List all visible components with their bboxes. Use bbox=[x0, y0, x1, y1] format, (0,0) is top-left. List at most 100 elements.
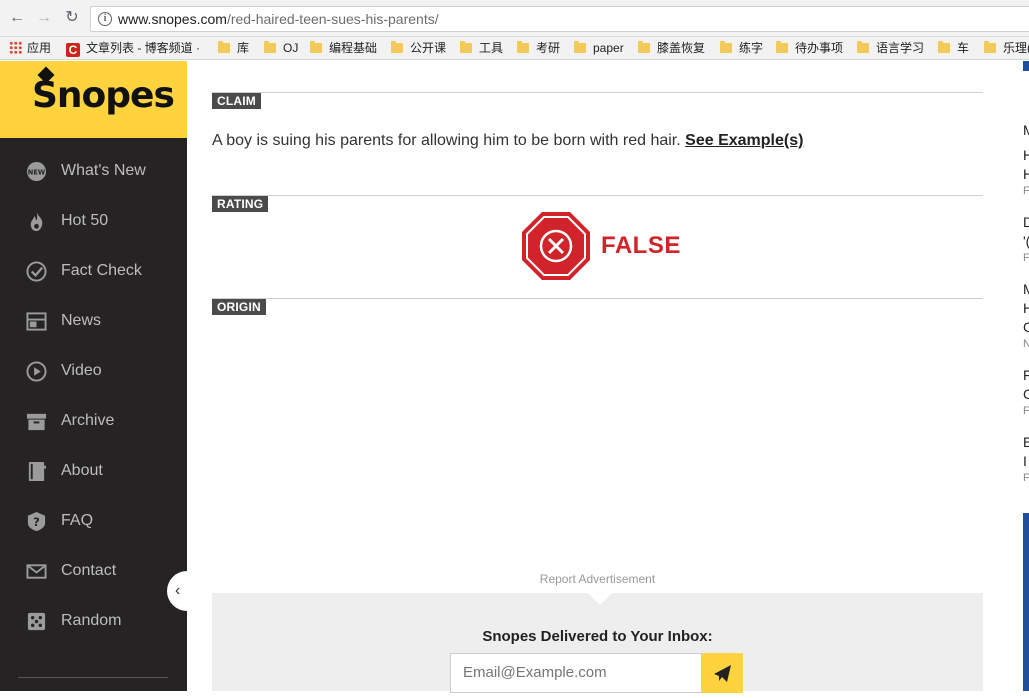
csdn-logo-icon: C bbox=[66, 43, 80, 57]
folder-icon bbox=[218, 41, 230, 53]
trending-link[interactable]: C bbox=[1023, 386, 1029, 402]
sidebar-divider bbox=[18, 677, 168, 678]
trending-link[interactable]: H bbox=[1023, 147, 1029, 163]
trending-meta: N bbox=[1023, 338, 1029, 350]
trending-link[interactable]: F bbox=[1023, 367, 1029, 383]
svg-text:NEW: NEW bbox=[28, 168, 46, 176]
trending-link[interactable]: M bbox=[1023, 281, 1029, 297]
play-circle-icon bbox=[26, 361, 47, 382]
flame-icon bbox=[30, 211, 43, 232]
address-bar[interactable]: i www.snopes.com/red-haired-teen-sues-hi… bbox=[90, 6, 1029, 32]
trending-meta: F bbox=[1023, 185, 1029, 197]
trending-meta: F bbox=[1023, 405, 1029, 417]
envelope-icon bbox=[26, 564, 47, 579]
notebook-icon bbox=[28, 461, 47, 482]
svg-text:?: ? bbox=[33, 515, 40, 529]
sidebar-item-video[interactable]: Video bbox=[0, 347, 187, 397]
bookmarks-bar: 应用 C 文章列表 - 博客频道 · 库 OJ 编程基础 公开课 工具 考研 pa… bbox=[0, 37, 1029, 60]
folder-icon bbox=[391, 41, 403, 53]
rating-value: FALSE bbox=[601, 232, 681, 259]
bookmark-folder[interactable]: 待办事项 bbox=[776, 40, 843, 56]
trending-link[interactable]: '( bbox=[1023, 233, 1029, 249]
chevron-left-icon: ‹ bbox=[175, 582, 181, 599]
bookmark-folder[interactable]: 考研 bbox=[517, 40, 560, 56]
claim-text: A boy is suing his parents for allowing … bbox=[212, 132, 804, 149]
dice-icon bbox=[27, 612, 46, 631]
trending-link[interactable]: H bbox=[1023, 166, 1029, 182]
sidebar-item-hot-50[interactable]: Hot 50 bbox=[0, 197, 187, 247]
bookmark-folder[interactable]: 语言学习 bbox=[857, 40, 924, 56]
url-text[interactable]: www.snopes.com/red-haired-teen-sues-his-… bbox=[118, 11, 439, 27]
origin-label: ORIGIN bbox=[212, 299, 266, 315]
trending-link[interactable]: I bbox=[1023, 453, 1027, 469]
trending-link[interactable]: H bbox=[1023, 300, 1029, 316]
back-arrow-icon[interactable]: ← bbox=[8, 9, 26, 27]
bookmark-folder[interactable]: 编程基础 bbox=[310, 40, 377, 56]
sidebar-item-random[interactable]: Random bbox=[0, 597, 187, 647]
bookmark-folder[interactable]: 工具 bbox=[460, 40, 503, 56]
folder-icon bbox=[310, 41, 322, 53]
bookmark-folder[interactable]: 车 bbox=[938, 40, 969, 56]
forward-arrow-icon[interactable]: → bbox=[35, 9, 53, 27]
bookmark-apps[interactable]: 应用 bbox=[9, 40, 51, 56]
claim-label: CLAIM bbox=[212, 93, 261, 109]
trending-link[interactable]: E bbox=[1023, 434, 1029, 450]
sidebar-item-faq[interactable]: ? FAQ bbox=[0, 497, 187, 547]
sidebar-accent-top bbox=[1023, 61, 1029, 71]
browser-toolbar: ← → ↻ i www.snopes.com/red-haired-teen-s… bbox=[0, 0, 1029, 37]
trending-link[interactable]: D bbox=[1023, 214, 1029, 230]
trending-link[interactable]: C bbox=[1023, 319, 1029, 335]
sidebar-item-contact[interactable]: Contact bbox=[0, 547, 187, 597]
bookmark-csdn[interactable]: C 文章列表 - 博客频道 · bbox=[66, 40, 200, 57]
apps-grid-icon bbox=[9, 41, 22, 54]
news-layout-icon bbox=[26, 312, 47, 331]
folder-icon bbox=[776, 41, 788, 53]
trending-column: M H H F D '( F M H C N F C F E I F bbox=[1019, 61, 1029, 691]
article-main: CLAIM A boy is suing his parents for all… bbox=[212, 61, 983, 693]
newsletter-title: Snopes Delivered to Your Inbox: bbox=[482, 628, 713, 645]
sidebar-nav: Snopes NEW What's New Hot 50 Fact Check … bbox=[0, 61, 187, 691]
sidebar-item-fact-check[interactable]: Fact Check bbox=[0, 247, 187, 297]
folder-icon bbox=[984, 41, 996, 53]
sidebar-item-news[interactable]: News bbox=[0, 297, 187, 347]
bookmark-folder[interactable]: 公开课 bbox=[391, 40, 446, 56]
email-field[interactable] bbox=[450, 653, 702, 693]
see-examples-link[interactable]: See Example(s) bbox=[685, 132, 803, 149]
check-circle-icon bbox=[26, 261, 47, 282]
trending-meta: F bbox=[1023, 472, 1029, 484]
snopes-logo[interactable]: Snopes bbox=[0, 61, 187, 138]
folder-icon bbox=[574, 41, 586, 53]
folder-icon bbox=[638, 41, 650, 53]
subscribe-button[interactable] bbox=[702, 653, 743, 693]
folder-icon bbox=[460, 41, 472, 53]
sidebar-accent-bottom bbox=[1023, 513, 1029, 691]
bookmark-folder[interactable]: paper bbox=[574, 40, 624, 56]
bookmark-folder[interactable]: OJ bbox=[264, 40, 298, 56]
claim-divider bbox=[212, 92, 983, 93]
info-icon[interactable]: i bbox=[98, 12, 112, 26]
trending-meta: F bbox=[1023, 252, 1029, 264]
sidebar-item-whats-new[interactable]: NEW What's New bbox=[0, 147, 187, 197]
report-advertisement-link[interactable]: Report Advertisement bbox=[212, 572, 983, 586]
trending-heading: M bbox=[1023, 122, 1029, 138]
folder-icon bbox=[938, 41, 950, 53]
bookmark-folder[interactable]: 乐理( bbox=[984, 40, 1029, 56]
newsletter-notch bbox=[588, 593, 612, 605]
folder-icon bbox=[264, 41, 276, 53]
folder-icon bbox=[857, 41, 869, 53]
false-rating-icon bbox=[522, 212, 590, 280]
bookmark-folder[interactable]: 练字 bbox=[720, 40, 763, 56]
folder-icon bbox=[720, 41, 732, 53]
archive-box-icon bbox=[26, 413, 47, 431]
origin-divider bbox=[212, 298, 983, 299]
reload-icon[interactable]: ↻ bbox=[63, 9, 81, 27]
paper-plane-icon bbox=[714, 665, 731, 682]
bookmark-folder[interactable]: 库 bbox=[218, 40, 249, 56]
new-badge-icon: NEW bbox=[26, 161, 47, 182]
sidebar-item-about[interactable]: About bbox=[0, 447, 187, 497]
rating-label: RATING bbox=[212, 196, 269, 212]
bookmark-folder[interactable]: 膝盖恢复 bbox=[638, 40, 705, 56]
sidebar-item-archive[interactable]: Archive bbox=[0, 397, 187, 447]
folder-icon bbox=[517, 41, 529, 53]
question-icon: ? bbox=[27, 511, 46, 532]
